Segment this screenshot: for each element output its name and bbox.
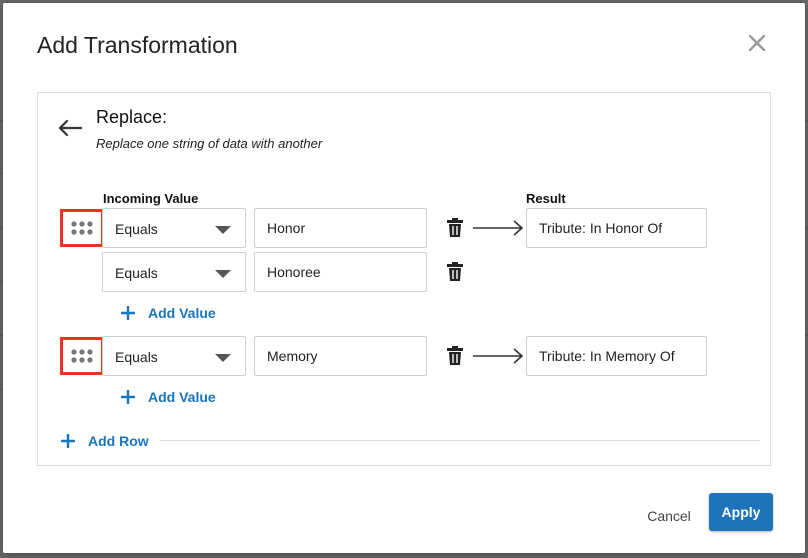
add-value-button[interactable]: Add Value (120, 303, 216, 323)
close-icon[interactable] (743, 29, 771, 57)
result-input[interactable] (526, 336, 707, 376)
add-transformation-dialog: Add Transformation Replace: Replace one … (3, 3, 805, 553)
replace-card: Replace: Replace one string of data with… (37, 92, 771, 466)
arrow-right-icon (472, 219, 526, 237)
drag-handle-icon[interactable] (60, 209, 104, 247)
incoming-value-input[interactable] (254, 336, 427, 376)
trash-icon[interactable] (446, 346, 464, 366)
divider (160, 440, 760, 441)
plus-icon (61, 434, 75, 448)
transformation-description: Replace one string of data with another (96, 136, 323, 151)
incoming-value-label: Incoming Value (103, 191, 199, 206)
trash-icon[interactable] (446, 218, 464, 238)
arrow-right-icon (472, 347, 526, 365)
result-input[interactable] (526, 208, 707, 248)
operator-select-value: Equals (115, 349, 158, 365)
dialog-title: Add Transformation (37, 32, 238, 58)
result-label: Result (526, 191, 566, 206)
add-value-label: Add Value (148, 305, 216, 321)
incoming-value-input[interactable] (254, 252, 427, 292)
add-row-label: Add Row (88, 433, 149, 449)
add-row-button[interactable]: Add Row (60, 431, 149, 451)
transformation-title: Replace: (96, 107, 168, 127)
trash-icon[interactable] (446, 262, 464, 282)
caret-down-icon (215, 270, 231, 278)
operator-select[interactable]: Equals (102, 336, 246, 376)
cancel-button[interactable]: Cancel (636, 499, 702, 533)
plus-icon (121, 390, 135, 404)
plus-icon (121, 306, 135, 320)
arrow-left-icon[interactable] (58, 119, 83, 137)
operator-select[interactable]: Equals (102, 208, 246, 248)
incoming-value-input[interactable] (254, 208, 427, 248)
operator-select-value: Equals (115, 221, 158, 237)
caret-down-icon (215, 354, 231, 362)
operator-select-value: Equals (115, 265, 158, 281)
caret-down-icon (215, 226, 231, 234)
add-value-label: Add Value (148, 389, 216, 405)
drag-handle-icon[interactable] (60, 337, 104, 375)
apply-button[interactable]: Apply (709, 493, 773, 531)
operator-select[interactable]: Equals (102, 252, 246, 292)
add-value-button[interactable]: Add Value (120, 387, 216, 407)
